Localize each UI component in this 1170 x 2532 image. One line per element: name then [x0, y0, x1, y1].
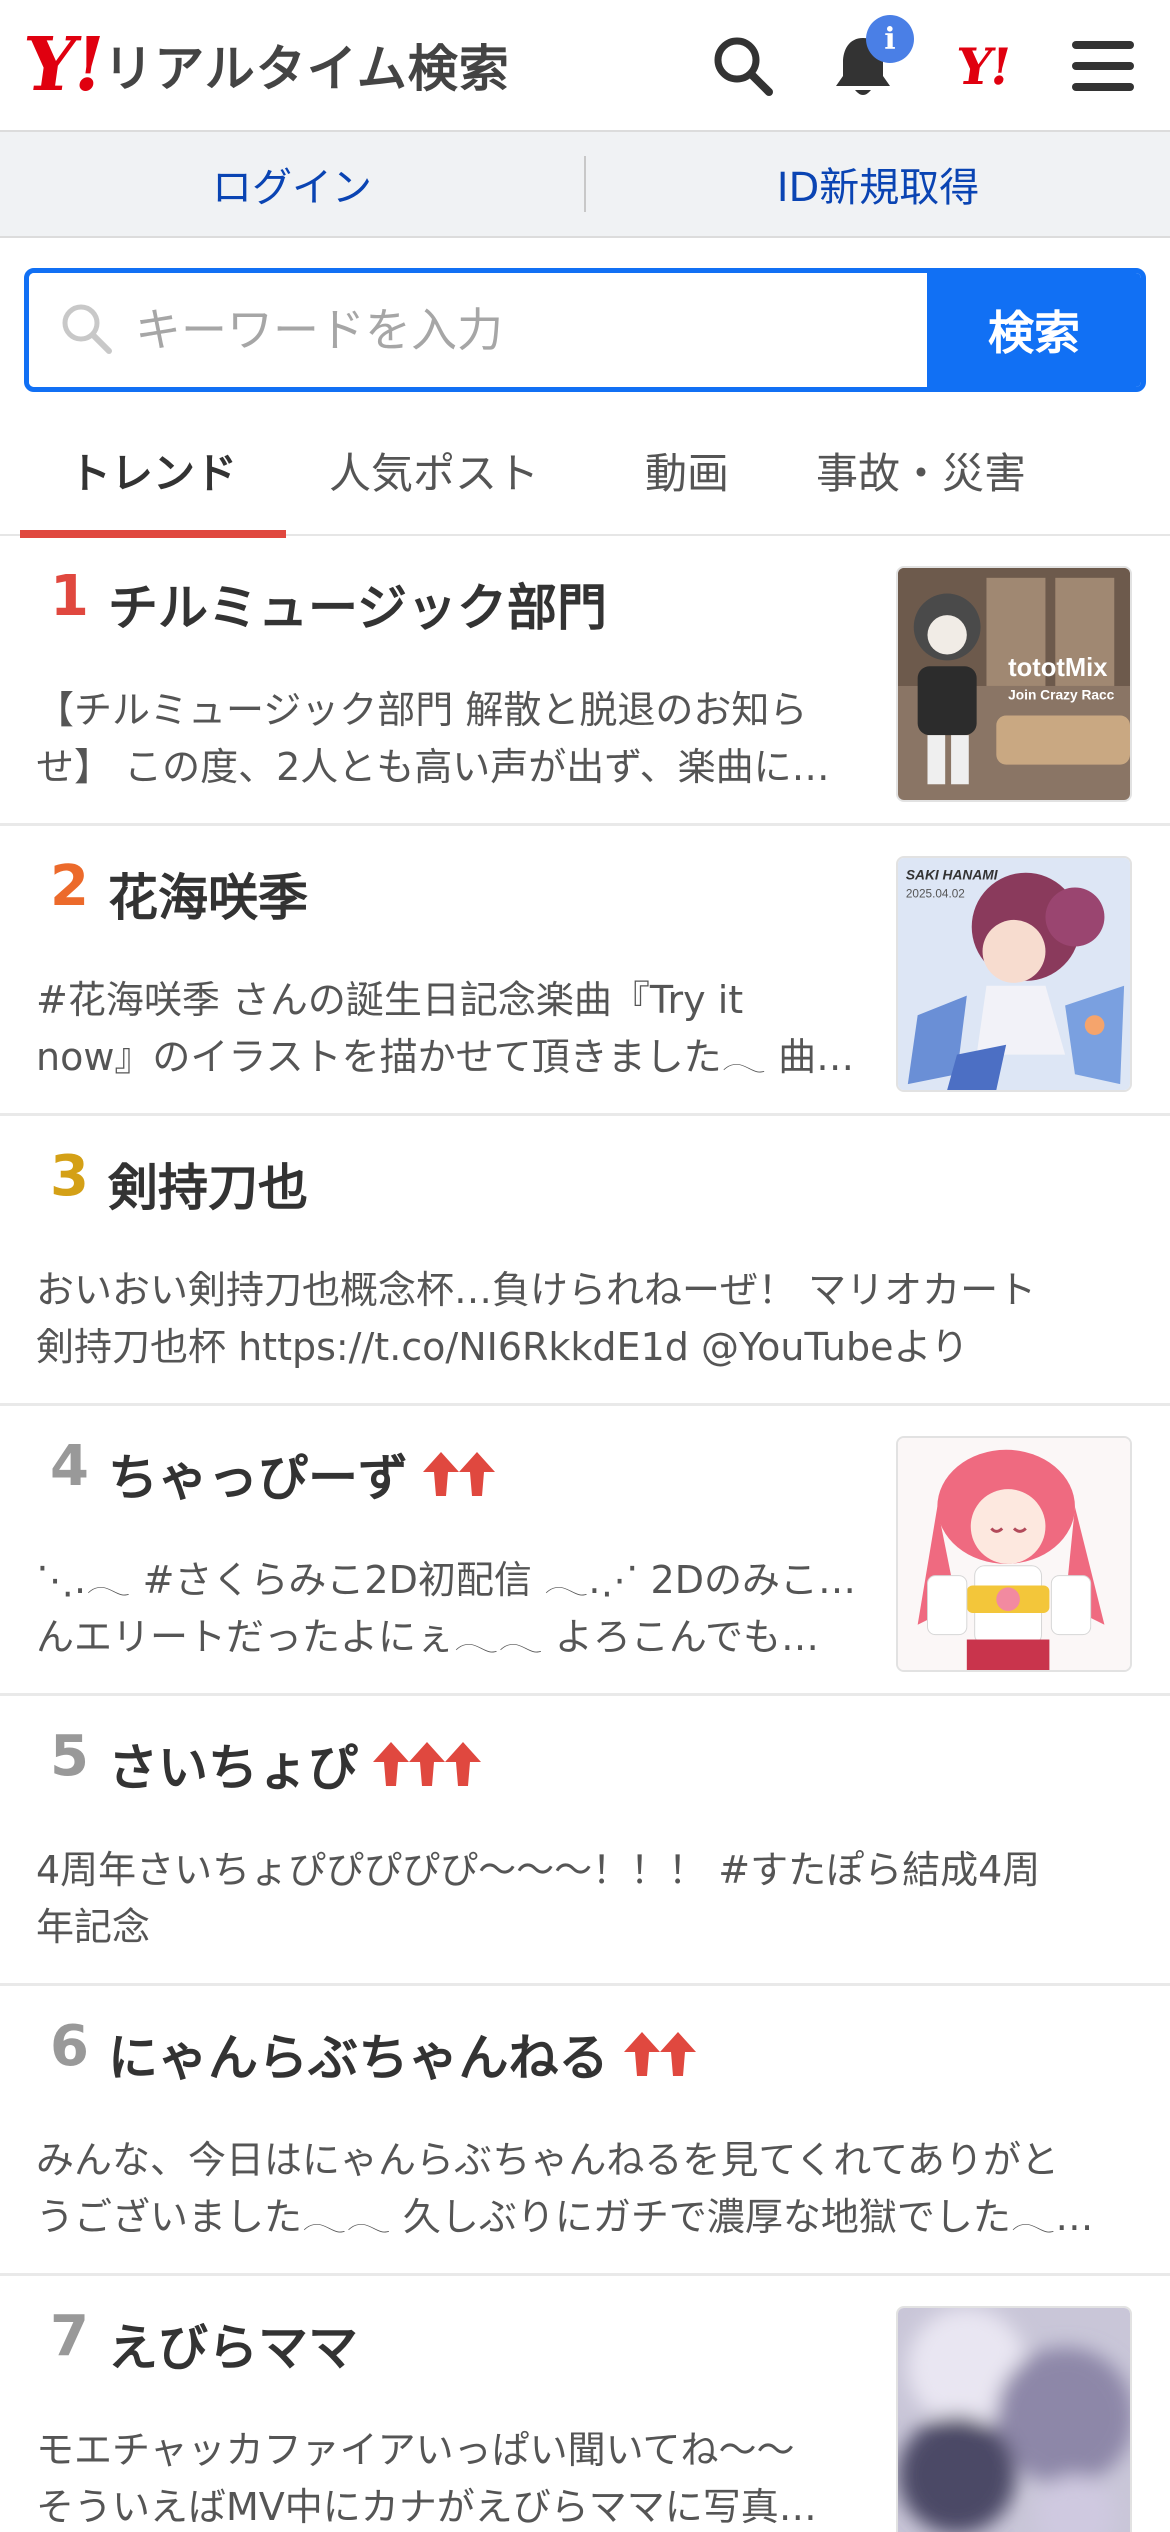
trend-item[interactable]: 4 ちゃっぴーず ⋱.𓂃 #さくらみこ2D初配信 𓂃.⋰ 2Dのみこちゃ んエリ…: [0, 1406, 1170, 1696]
trend-title-text: ちゃっぴーず: [108, 1449, 408, 1507]
trend-title-text: 剣持刀也: [108, 1159, 308, 1217]
bell-icon[interactable]: i: [826, 15, 914, 103]
trend-rank: 7: [50, 2304, 89, 2369]
trend-title-text: にゃんらぶちゃんねる: [108, 2029, 609, 2087]
notification-badge: i: [866, 15, 914, 63]
trend-rank: 2: [50, 854, 89, 919]
trend-thumbnail[interactable]: [896, 1436, 1132, 1672]
up-arrow-icon: [459, 1452, 495, 1496]
trend-description: #花海咲季 さんの誕生日記念楽曲『Try it now』のイラストを描かせて頂き…: [36, 972, 856, 1086]
trend-title[interactable]: にゃんらぶちゃんねる: [108, 2018, 696, 2090]
header-icons: i Y!: [660, 0, 1140, 132]
trend-description: ⋱.𓂃 #さくらみこ2D初配信 𓂃.⋰ 2Dのみこちゃ んエリートだったよにぇ𓂃…: [36, 1552, 856, 1666]
brand-title: リアルタイム検索: [103, 40, 510, 98]
search-button[interactable]: 検索: [927, 273, 1141, 387]
blurred-thumbnail: [898, 2308, 1130, 2532]
trend-thumbnail[interactable]: [896, 2306, 1132, 2532]
trend-description-line: んエリートだったよにぇ𓂃𓂃 よろこんでもら…: [36, 1615, 856, 1659]
trend-title[interactable]: 花海咲季: [108, 858, 308, 930]
header: Y! リアルタイム検索 i Y!: [0, 0, 1170, 132]
up-arrow-icon: [423, 1452, 459, 1496]
search-field-icon: [59, 301, 113, 359]
trend-description-line: 4周年さいちょぴぴぴぴぴ〜〜〜！！！ #すたぽら結成4周: [36, 1848, 1041, 1892]
register-link[interactable]: ID新規取得: [586, 155, 1170, 213]
trend-description: 4周年さいちょぴぴぴぴぴ〜〜〜！！！ #すたぽら結成4周 年記念: [36, 1842, 1136, 1956]
anime-character-room-thumbnail: tototMix Join Crazy Racc: [898, 568, 1130, 800]
trend-title[interactable]: えびらママ: [108, 2308, 358, 2380]
search-field[interactable]: [29, 273, 927, 387]
up-arrow-icon: [659, 2032, 696, 2076]
trend-description: みんな、今日はにゃんらぶちゃんねるを見てくれてありがと うございました𓂃𓂃 久し…: [36, 2132, 1136, 2246]
trend-description: 【チルミュージック部門 解散と脱退のお知ら せ】 この度、2人とも高い声が出ず、…: [36, 682, 856, 796]
search-form: 検索: [24, 268, 1146, 392]
trend-rank: 5: [50, 1724, 89, 1789]
trend-thumbnail[interactable]: tototMix Join Crazy Racc: [896, 566, 1132, 802]
up-arrow-icon: [409, 1742, 445, 1786]
rising-arrows: [623, 2030, 696, 2078]
trend-title-text: 花海咲季: [108, 869, 308, 927]
trend-description: モエチャッカファイアいっぱい聞いてね〜〜 そういえばMV中にカナがえびらママに写…: [36, 2422, 856, 2532]
trend-description-line: みんな、今日はにゃんらぶちゃんねるを見てくれてありがと: [36, 2138, 1059, 2182]
search-area: 検索: [0, 238, 1170, 392]
up-arrow-icon: [445, 1742, 481, 1786]
thumb-text: tototMix: [1008, 654, 1108, 682]
search-input[interactable]: [135, 303, 927, 357]
trend-title-text: さいちょぴ: [108, 1739, 358, 1797]
trend-description-line: 年記念: [36, 1905, 151, 1949]
rising-arrows: [372, 1740, 481, 1788]
trend-title[interactable]: さいちょぴ: [108, 1728, 481, 1800]
trend-title[interactable]: ちゃっぴーず: [108, 1438, 495, 1510]
yahoo-logo-text: Y!: [953, 36, 1013, 96]
trend-description-line: おいおい剣持刀也概念杯…負けられねーぜ！ マリオカート: [36, 1268, 1037, 1312]
trend-item[interactable]: 6 にゃんらぶちゃんねる みんな、今日はにゃんらぶちゃんねるを見てくれてありがと…: [0, 1986, 1170, 2276]
rising-arrows: [422, 1450, 495, 1498]
illustration-thumbnail: SAKI HANAMI 2025.04.02: [898, 858, 1130, 1090]
trend-thumbnail[interactable]: SAKI HANAMI 2025.04.02: [896, 856, 1132, 1092]
trend-description-line: ⋱.𓂃 #さくらみこ2D初配信 𓂃.⋰ 2Dのみこちゃ: [36, 1558, 856, 1602]
trend-rank: 6: [50, 2014, 89, 2079]
tab-popular-posts[interactable]: 人気ポスト: [286, 404, 582, 536]
trend-item[interactable]: 3 剣持刀也 おいおい剣持刀也概念杯…負けられねーぜ！ マリオカート 剣持刀也杯…: [0, 1116, 1170, 1406]
trend-item[interactable]: 2 花海咲季 #花海咲季 さんの誕生日記念楽曲『Try it now』のイラスト…: [0, 826, 1170, 1116]
pink-hair-character-thumbnail: [898, 1438, 1130, 1670]
trend-description-line: now』のイラストを描かせて頂きました𓂃 曲…: [36, 1035, 855, 1079]
tab-accidents-disasters[interactable]: 事故・災害: [792, 404, 1050, 536]
trend-description-line: うございました𓂃𓂃 久しぶりにガチで濃厚な地獄でした𓂃𓂃 …: [36, 2195, 1136, 2239]
trend-title-text: チルミュージック部門: [108, 579, 607, 637]
login-bar: ログイン ID新規取得: [0, 132, 1170, 238]
trend-list: 1 チルミュージック部門 【チルミュージック部門 解散と脱退のお知ら せ】 この…: [0, 536, 1170, 2532]
trend-description-line: 【チルミュージック部門 解散と脱退のお知ら: [36, 688, 808, 732]
menu-icon[interactable]: [1066, 29, 1140, 103]
trend-description-line: モエチャッカファイアいっぱい聞いてね〜〜: [36, 2428, 795, 2472]
tab-videos[interactable]: 動画: [582, 404, 792, 536]
trend-description-line: せ】 この度、2人とも高い声が出ず、楽曲に…: [36, 745, 830, 789]
login-link[interactable]: ログイン: [0, 155, 584, 213]
trend-title-text: えびらママ: [108, 2319, 358, 2377]
search-icon[interactable]: [706, 29, 780, 103]
trend-description-line: #花海咲季 さんの誕生日記念楽曲『Try it: [36, 978, 744, 1022]
thumb-text: SAKI HANAMI: [906, 868, 999, 883]
trend-rank: 3: [50, 1144, 89, 1209]
trend-rank: 4: [50, 1434, 89, 1499]
trend-item[interactable]: 5 さいちょぴ 4周年さいちょぴぴぴぴぴ〜〜〜！！！ #すたぽら結成4周 年記念: [0, 1696, 1170, 1986]
thumb-subtext: 2025.04.02: [906, 887, 965, 900]
yahoo-brand-mark: Y!: [17, 22, 108, 108]
trend-description-line: 剣持刀也杯 https://t.co/NI6RkkdE1d @YouTubeより: [36, 1325, 969, 1369]
trend-description: おいおい剣持刀也概念杯…負けられねーぜ！ マリオカート 剣持刀也杯 https:…: [36, 1262, 1136, 1376]
trend-rank: 1: [50, 564, 89, 629]
yahoo-logo[interactable]: Y!: [946, 29, 1020, 103]
trend-item[interactable]: 1 チルミュージック部門 【チルミュージック部門 解散と脱退のお知ら せ】 この…: [0, 536, 1170, 826]
tab-bar: トレンド 人気ポスト 動画 事故・災害: [0, 404, 1170, 538]
trend-title[interactable]: チルミュージック部門: [108, 568, 607, 640]
thumb-subtext: Join Crazy Racc: [1008, 688, 1115, 703]
trend-item[interactable]: 7 えびらママ モエチャッカファイアいっぱい聞いてね〜〜 そういえばMV中にカナ…: [0, 2276, 1170, 2532]
trend-title[interactable]: 剣持刀也: [108, 1148, 308, 1220]
trend-description-line: そういえばMV中にカナがえびらママに写真…: [36, 2485, 817, 2529]
up-arrow-icon: [623, 2032, 660, 2076]
brand-logo[interactable]: Y! リアルタイム検索: [18, 0, 510, 130]
tab-trend[interactable]: トレンド: [20, 404, 286, 538]
up-arrow-icon: [373, 1742, 409, 1786]
